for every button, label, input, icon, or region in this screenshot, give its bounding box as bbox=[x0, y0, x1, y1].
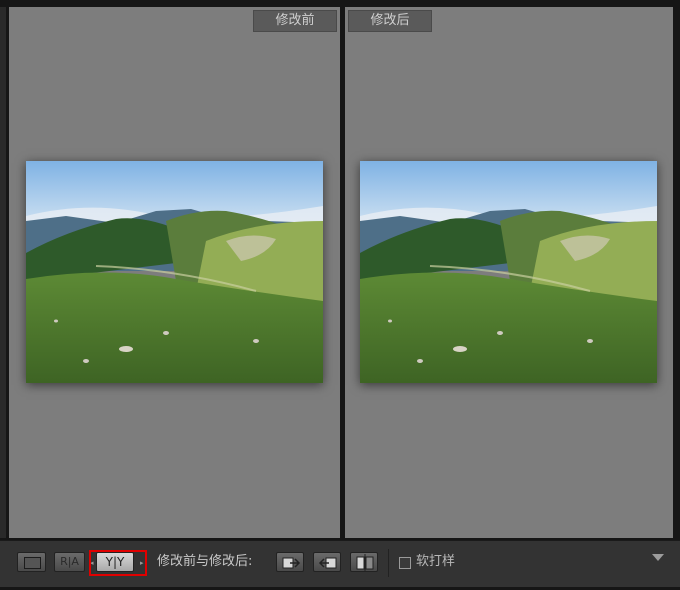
before-pane: 修改前 bbox=[9, 7, 340, 538]
before-after-left-right-button[interactable]: R|A bbox=[54, 552, 85, 572]
chevron-down-icon[interactable] bbox=[652, 554, 664, 561]
copy-after-to-before-icon bbox=[318, 557, 337, 569]
copy-after-to-before-button[interactable] bbox=[313, 552, 341, 572]
softproof-label: 软打样 bbox=[416, 554, 456, 569]
before-label: 修改前 bbox=[253, 10, 337, 32]
after-photo[interactable] bbox=[360, 161, 657, 383]
softproof-checkbox[interactable] bbox=[399, 557, 411, 569]
landscape-image bbox=[26, 161, 323, 383]
after-label: 修改后 bbox=[348, 10, 432, 32]
toolbar-divider bbox=[388, 549, 389, 577]
swap-before-after-button[interactable] bbox=[350, 552, 378, 572]
swap-before-after-icon bbox=[356, 554, 374, 572]
copy-before-to-after-icon bbox=[282, 557, 301, 569]
landscape-image bbox=[360, 161, 657, 383]
copy-before-to-after-button[interactable] bbox=[276, 552, 304, 572]
before-after-caption: 修改前与修改后: bbox=[157, 554, 253, 569]
left-panel-edge[interactable] bbox=[0, 7, 6, 538]
before-after-view: 修改前 修改后 R|A ◂ Y|Y ▸ 修改前与修改后: 软打样 bbox=[0, 0, 680, 590]
after-pane: 修改后 bbox=[345, 7, 673, 538]
toolbar: R|A ◂ Y|Y ▸ 修改前与修改后: 软打样 bbox=[0, 540, 680, 587]
highlight-box bbox=[89, 550, 147, 576]
loupe-view-button[interactable] bbox=[17, 552, 46, 572]
before-photo[interactable] bbox=[26, 161, 323, 383]
